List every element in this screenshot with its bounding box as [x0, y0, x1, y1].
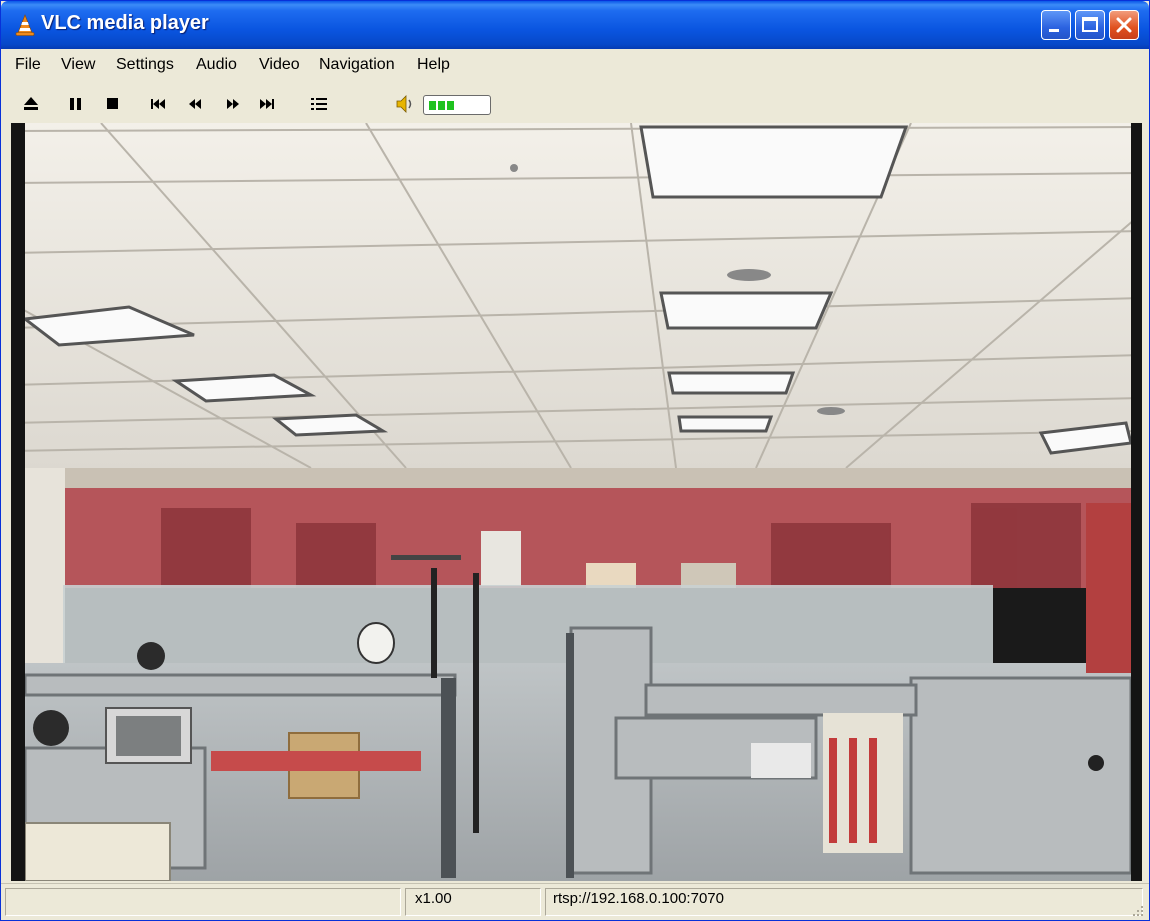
video-frame-office-scene: [11, 123, 1142, 881]
menu-navigation[interactable]: Navigation: [319, 56, 395, 74]
menu-help[interactable]: Help: [417, 56, 450, 74]
status-pane-empty: [5, 888, 401, 916]
title-bar[interactable]: VLC media player: [1, 1, 1149, 49]
stream-url: rtsp://192.168.0.100:7070: [553, 890, 724, 907]
eject-icon: [24, 97, 38, 110]
stop-button[interactable]: [101, 92, 125, 116]
next-button[interactable]: [255, 92, 279, 116]
previous-button[interactable]: [147, 92, 171, 116]
minimize-icon: [1049, 29, 1059, 32]
pause-icon: [70, 98, 81, 110]
pause-button[interactable]: [64, 92, 88, 116]
stop-icon: [107, 98, 118, 109]
volume-segment: [429, 101, 436, 110]
video-output[interactable]: [11, 123, 1142, 881]
window-title: VLC media player: [41, 12, 209, 34]
fast-forward-icon: [227, 99, 239, 109]
menu-settings[interactable]: Settings: [116, 56, 174, 74]
menu-video[interactable]: Video: [259, 56, 300, 74]
rewind-button[interactable]: [183, 92, 207, 116]
menu-file[interactable]: File: [15, 56, 41, 74]
resize-grip-icon[interactable]: [1131, 904, 1145, 918]
volume-segment: [447, 101, 454, 110]
vlc-cone-icon: [15, 14, 35, 36]
maximize-button[interactable]: [1075, 10, 1105, 40]
minimize-button[interactable]: [1041, 10, 1071, 40]
playlist-button[interactable]: [307, 92, 331, 116]
menu-audio[interactable]: Audio: [196, 56, 237, 74]
close-button[interactable]: [1109, 10, 1139, 40]
speaker-icon: [396, 95, 412, 113]
skip-previous-icon: [151, 99, 165, 109]
volume-slider[interactable]: [423, 95, 491, 115]
fast-forward-button[interactable]: [221, 92, 245, 116]
skip-next-icon: [260, 99, 274, 109]
toolbar: [1, 87, 1149, 121]
mute-button[interactable]: [393, 92, 417, 116]
playback-speed: x1.00: [415, 890, 452, 907]
volume-segment: [438, 101, 445, 110]
menu-view[interactable]: View: [61, 56, 95, 74]
rewind-icon: [189, 99, 201, 109]
eject-button[interactable]: [19, 92, 43, 116]
status-bar: x1.00 rtsp://192.168.0.100:7070: [1, 883, 1149, 920]
close-icon: [1116, 17, 1132, 33]
playlist-icon: [311, 98, 327, 110]
vlc-window: VLC media player File View Settings Audi…: [0, 0, 1150, 921]
maximize-icon: [1082, 17, 1098, 32]
